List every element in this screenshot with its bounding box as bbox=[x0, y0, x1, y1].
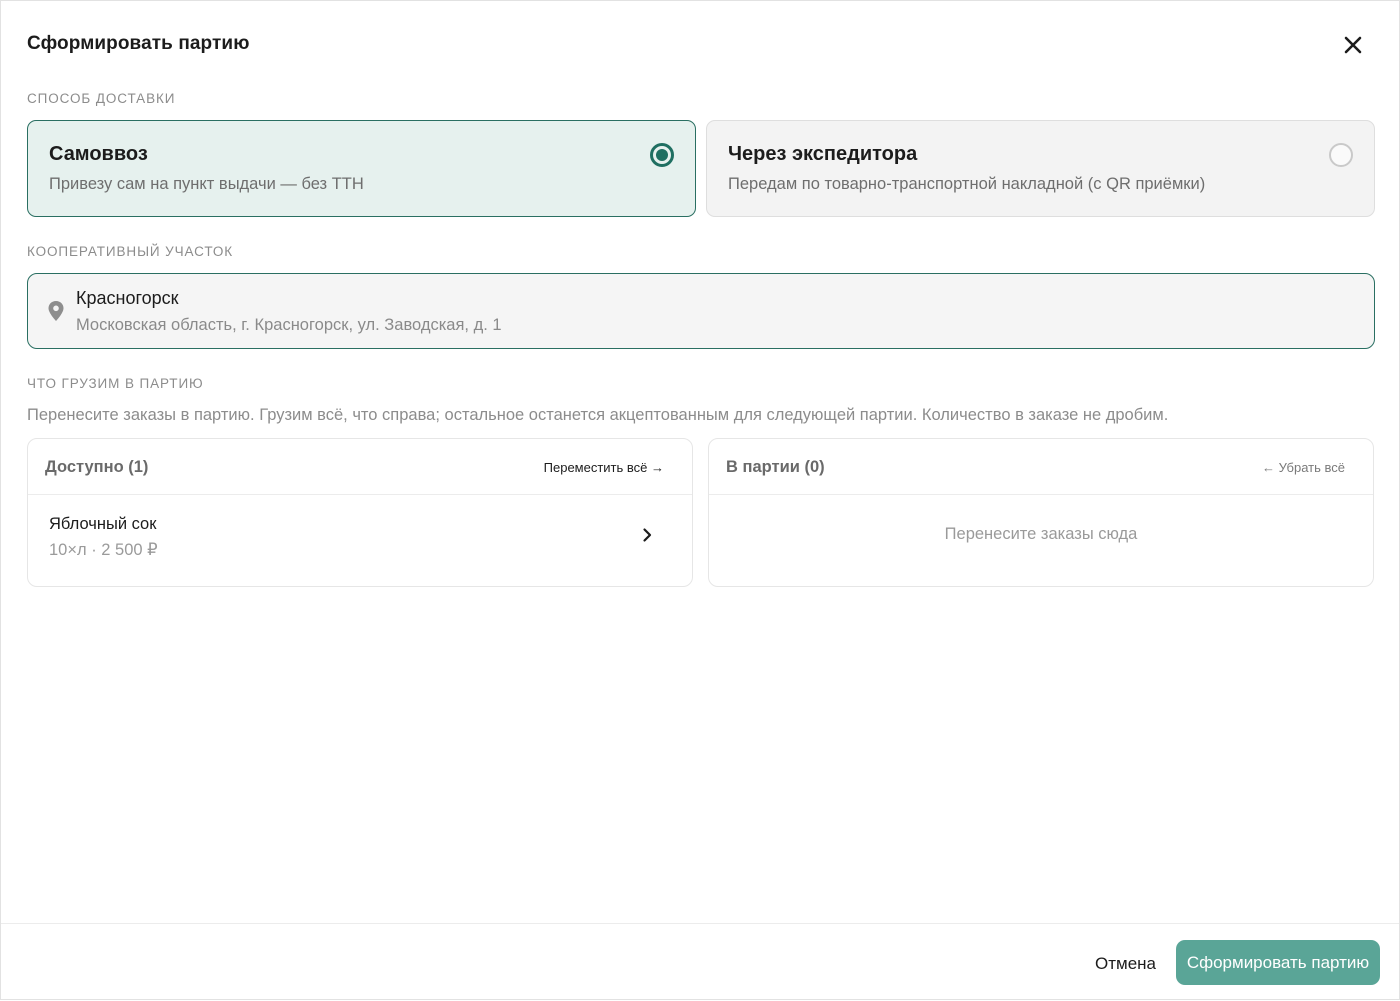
batch-section-label: ЧТО ГРУЗИМ В ПАРТИЮ bbox=[27, 376, 204, 391]
delivery-option-forwarder[interactable]: Через экспедитора Передам по товарно-тра… bbox=[706, 120, 1375, 217]
list-item[interactable]: Яблочный сок 10×л · 2 500 ₽ bbox=[28, 495, 692, 587]
delivery-section-label: СПОСОБ ДОСТАВКИ bbox=[27, 91, 176, 106]
close-button[interactable] bbox=[1339, 31, 1367, 59]
available-panel-title: Доступно (1) bbox=[45, 458, 149, 476]
option-title: Через экспедитора bbox=[728, 143, 918, 165]
item-meta: 10×л · 2 500 ₽ bbox=[49, 541, 158, 559]
remove-all-button[interactable]: ← Убрать всё bbox=[1262, 460, 1345, 475]
submit-button[interactable]: Сформировать партию bbox=[1176, 940, 1380, 985]
radio-selected-icon[interactable] bbox=[650, 143, 674, 167]
in-batch-panel-header: В партии (0) ← Убрать всё bbox=[709, 439, 1373, 495]
delivery-option-self[interactable]: Самоввоз Привезу сам на пункт выдачи — б… bbox=[27, 120, 696, 217]
empty-state-text: Перенесите заказы сюда bbox=[944, 525, 1138, 543]
in-batch-panel-title: В партии (0) bbox=[726, 458, 825, 476]
available-panel: Доступно (1) Переместить всё → Яблочный … bbox=[27, 438, 693, 587]
move-all-button[interactable]: Переместить всё → bbox=[544, 460, 664, 475]
batch-hint: Перенесите заказы в партию. Грузим всё, … bbox=[27, 406, 1169, 424]
site-name: Красногорск bbox=[76, 288, 179, 308]
in-batch-panel: В партии (0) ← Убрать всё Перенесите зак… bbox=[708, 438, 1374, 587]
site-section-label: КООПЕРАТИВНЫЙ УЧАСТОК bbox=[27, 244, 234, 259]
batch-dialog: Сформировать партию СПОСОБ ДОСТАВКИ Само… bbox=[0, 0, 1400, 1000]
cancel-button[interactable]: Отмена bbox=[1095, 954, 1156, 974]
radio-unselected-icon[interactable] bbox=[1329, 143, 1353, 167]
chevron-right-icon[interactable] bbox=[640, 527, 654, 543]
dialog-header: Сформировать партию bbox=[27, 29, 1373, 61]
site-address: Московская область, г. Красногорск, ул. … bbox=[76, 316, 502, 334]
site-selector[interactable]: Красногорск Московская область, г. Красн… bbox=[27, 273, 1375, 349]
dialog-title: Сформировать партию bbox=[27, 33, 250, 54]
option-description: Передам по товарно-транспортной накладно… bbox=[728, 175, 1206, 193]
option-title: Самоввоз bbox=[49, 143, 148, 165]
dialog-footer: Отмена Сформировать партию bbox=[1, 923, 1399, 1001]
item-name: Яблочный сок bbox=[49, 515, 157, 533]
available-panel-header: Доступно (1) Переместить всё → bbox=[28, 439, 692, 495]
map-pin-icon bbox=[48, 301, 64, 321]
close-icon bbox=[1344, 36, 1362, 54]
option-description: Привезу сам на пункт выдачи — без ТТН bbox=[49, 175, 364, 193]
